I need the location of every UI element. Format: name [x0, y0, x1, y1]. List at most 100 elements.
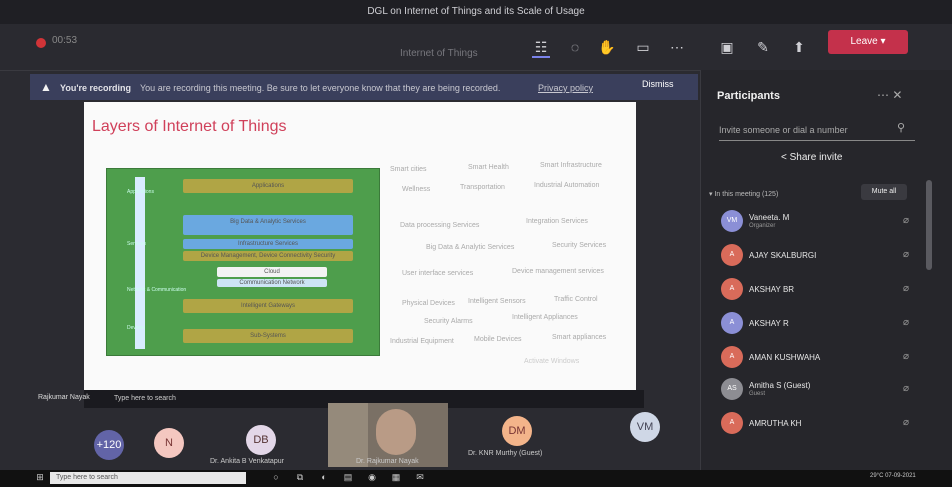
mic-muted-icon: ⌀ [903, 283, 910, 294]
inner-search: Type here to search [114, 395, 176, 402]
avatar: AS [721, 378, 743, 400]
category-text: Security Alarms [424, 318, 473, 325]
mail-icon[interactable]: ✉ [414, 472, 426, 484]
tile-name: Dr. KNR Murthy (Guest) [468, 450, 543, 457]
participant-row[interactable]: A AMAN KUSHWAHA ⌀ [721, 346, 921, 370]
layer-cloud: Cloud [217, 267, 327, 277]
in-meeting-header[interactable]: ▾ In this meeting (125) [709, 190, 778, 198]
meeting-name: Internet of Things [400, 48, 478, 59]
edge-icon[interactable]: ◐ [318, 472, 330, 484]
taskbar-clock: 29°C 07-09-2021 [870, 473, 916, 479]
layer-communication: Communication Network [217, 279, 327, 287]
breakout-rooms-icon[interactable]: ▭ [634, 38, 652, 56]
cortana-icon[interactable]: ○ [270, 472, 282, 484]
mute-all-button[interactable]: Mute all [861, 184, 907, 200]
invite-input[interactable]: Invite someone or dial a number [719, 120, 915, 141]
layer-applications: Applications [183, 179, 353, 193]
category-text: Wellness [402, 186, 431, 193]
participant-name: Vaneeta. M [749, 213, 790, 222]
panel-more-icon[interactable]: ⋯ ✕ [877, 88, 902, 102]
category-text: Integration Services [526, 218, 588, 225]
avatar: A [721, 412, 743, 434]
share-invite-label: Share invite [789, 152, 843, 163]
participant-name: AMAN KUSHWAHA [749, 353, 821, 362]
avatar: A [721, 278, 743, 300]
presenter-face [376, 409, 416, 455]
file-explorer-icon[interactable]: ▤ [342, 472, 354, 484]
participant-role: Organizer [749, 223, 776, 229]
record-icon [36, 38, 46, 48]
share-invite-button[interactable]: < Share invite [781, 152, 842, 163]
avatar: A [721, 346, 743, 368]
participant-name: AJAY SKALBURGI [749, 251, 817, 260]
side-label-applications: Applications [127, 189, 154, 195]
participant-row[interactable]: A AKSHAY BR ⌀ [721, 278, 921, 302]
participant-row[interactable]: AS Amitha S (Guest) Guest ⌀ [721, 378, 921, 402]
camera-off-icon[interactable]: ▣ [718, 38, 736, 56]
mic-off-icon[interactable]: ✎ [754, 38, 772, 56]
leave-button[interactable]: Leave ▾ [828, 30, 908, 54]
more-actions-icon[interactable]: ⋯ [668, 38, 686, 56]
mic-muted-icon: ⌀ [903, 351, 910, 362]
participants-scrollbar[interactable] [926, 180, 932, 270]
activate-windows-text: Activate Windows [524, 358, 580, 365]
mic-muted-icon: ⌀ [903, 417, 910, 428]
tile-name: Dr. Ankita B Venkatapur [210, 458, 284, 465]
mic-muted-icon: ⌀ [903, 215, 910, 226]
participants-icon[interactable]: ☷ [532, 38, 550, 58]
participant-row[interactable]: A AJAY SKALBURGI ⌀ [721, 244, 921, 268]
mic-muted-icon: ⌀ [903, 249, 910, 260]
participant-role: Guest [749, 391, 766, 397]
category-text: Device management services [512, 268, 604, 275]
participant-row[interactable]: VM Vaneeta. M Organizer ⌀ [721, 210, 921, 234]
layer-device-management: Device Management, Device Connectivity S… [183, 251, 353, 261]
privacy-policy-link[interactable]: Privacy policy [538, 83, 593, 93]
participant-tile-vm[interactable]: VM [630, 412, 660, 442]
share-screen-icon[interactable]: ⬆ [790, 38, 808, 56]
participant-tile-db[interactable]: DB [246, 425, 276, 455]
avatar: VM [721, 210, 743, 232]
participant-name: AMRUTHA KH [749, 419, 802, 428]
category-text: Smart Infrastructure [540, 162, 602, 169]
dismiss-button[interactable]: Dismiss [642, 79, 674, 89]
windows-start-icon[interactable]: ⊞ [34, 472, 46, 484]
presenter-label: Rajkumar Nayak [38, 394, 90, 401]
category-text: Industrial Equipment [390, 338, 454, 345]
category-text: Smart cities [390, 166, 427, 173]
tile-name: Dr. Rajkumar Nayak [356, 458, 419, 465]
category-text: Intelligent Appliances [512, 314, 578, 321]
category-text: Security Services [552, 242, 607, 249]
category-text: Intelligent Sensors [468, 298, 526, 305]
teams-icon[interactable]: ▦ [390, 472, 402, 484]
category-text: Smart appliances [552, 334, 607, 341]
meeting-timer: 00:53 [52, 35, 78, 46]
participant-name: AKSHAY R [749, 319, 789, 328]
category-text: Smart Health [468, 164, 509, 171]
chrome-icon[interactable]: ◉ [366, 472, 378, 484]
participant-row[interactable]: A AMRUTHA KH ⌀ [721, 412, 921, 436]
category-text: Transportation [460, 184, 505, 191]
category-text: Data processing Services [400, 222, 480, 229]
participant-tile-dm[interactable]: DM [502, 416, 532, 446]
participants-panel: Participants ⋯ ✕ Invite someone or dial … [700, 70, 952, 470]
temperature: 29°C [870, 473, 884, 479]
participant-tile-n[interactable]: N [154, 428, 184, 458]
mic-muted-icon: ⌀ [903, 383, 910, 394]
leave-label: Leave [850, 36, 878, 47]
participant-row[interactable]: A AKSHAY R ⌀ [721, 312, 921, 336]
taskbar-search[interactable]: Type here to search [50, 472, 246, 484]
raise-hand-icon[interactable]: ✋ [598, 38, 616, 56]
mic-muted-icon: ⌀ [903, 317, 910, 328]
iot-layers-diagram: Applications Big Data & Analytic Service… [106, 168, 380, 356]
layer-gateways: Intelligent Gateways [183, 299, 353, 313]
layer-infrastructure: Infrastructure Services [183, 239, 353, 249]
chat-icon[interactable]: ◌ [566, 38, 584, 56]
avatar: A [721, 244, 743, 266]
task-view-icon[interactable]: ⧉ [294, 472, 306, 484]
category-text: Industrial Automation [534, 182, 600, 189]
layer-arrow [135, 177, 145, 349]
window-title: DGL on Internet of Things and its Scale … [367, 6, 585, 17]
avatar: A [721, 312, 743, 334]
overflow-participants-button[interactable]: +120 [94, 430, 124, 460]
banner-title: You're recording [60, 83, 131, 93]
